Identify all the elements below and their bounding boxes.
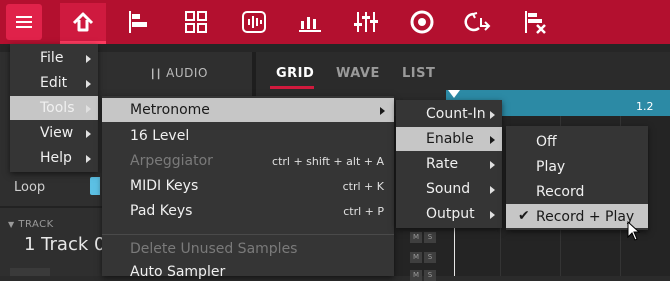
tab-grid[interactable]: GRID xyxy=(276,66,314,81)
menu-separator xyxy=(102,234,394,235)
chevron-right-icon xyxy=(86,80,91,88)
sample-edit-button[interactable] xyxy=(234,3,274,41)
delete-row-icon xyxy=(525,11,546,34)
chevron-right-icon xyxy=(86,155,91,163)
align-left-icon xyxy=(129,11,147,33)
chevron-right-icon xyxy=(86,130,91,138)
toolbar-divider xyxy=(0,44,670,52)
mixer-button[interactable] xyxy=(346,3,386,41)
menu-item-pad-keys[interactable]: Pad Keys xyxy=(130,203,192,219)
record-icon xyxy=(410,10,434,34)
main-menu: File Edit Tools View Help xyxy=(10,44,98,172)
mute-button[interactable]: M xyxy=(410,232,422,243)
chevron-down-icon: ▼ xyxy=(8,220,15,229)
menu-icon xyxy=(16,16,32,28)
chevron-right-icon xyxy=(86,105,91,113)
chevron-right-icon xyxy=(490,136,495,144)
menu-item-16-level[interactable]: 16 Level xyxy=(130,128,189,144)
chevron-right-icon xyxy=(490,111,495,119)
audio-tab-label: AUDIO xyxy=(166,66,208,80)
metronome-menu: Count-In Enable Rate Sound Output xyxy=(396,100,502,228)
loop-label: Loop xyxy=(14,180,46,195)
chevron-right-icon xyxy=(490,186,495,194)
audio-tab[interactable]: ┃┃ AUDIO xyxy=(150,66,208,80)
mouse-cursor-icon xyxy=(627,221,641,241)
menu-item-arpeggiator: Arpeggiator xyxy=(130,153,213,169)
audio-tab-icon: ┃┃ xyxy=(150,70,162,80)
menu-item-record[interactable]: Record xyxy=(536,184,584,200)
mute-button[interactable]: M xyxy=(410,252,422,263)
track-name[interactable]: 1 Track 0 xyxy=(24,234,105,255)
looper-button[interactable] xyxy=(458,3,498,41)
menu-item-enable[interactable]: Enable xyxy=(426,131,474,147)
waveform-icon xyxy=(242,11,266,33)
grid-icon xyxy=(185,11,207,33)
menu-item-help[interactable]: Help xyxy=(40,150,72,166)
pad-grid-button[interactable] xyxy=(176,3,216,41)
menu-item-midi-keys[interactable]: MIDI Keys xyxy=(130,178,198,194)
solo-button[interactable]: S xyxy=(424,252,436,263)
menu-item-rate[interactable]: Rate xyxy=(426,156,458,172)
home-button[interactable] xyxy=(60,3,106,44)
ruler-bar-label: 1.2 xyxy=(636,100,654,113)
track-header[interactable]: ▼ TRACK xyxy=(8,219,54,230)
solo-button[interactable]: S xyxy=(424,232,436,243)
tab-list[interactable]: LIST xyxy=(402,66,435,81)
home-icon xyxy=(72,12,94,32)
tools-menu: Metronome 16 Level Arpeggiator ctrl + sh… xyxy=(102,96,394,280)
menu-item-view[interactable]: View xyxy=(40,125,73,141)
levels-button[interactable] xyxy=(290,3,330,41)
menu-item-sound[interactable]: Sound xyxy=(426,181,470,197)
chevron-right-icon xyxy=(490,211,495,219)
checkmark-icon: ✔ xyxy=(518,208,530,224)
delete-track-button[interactable] xyxy=(516,3,556,41)
top-toolbar xyxy=(0,0,670,44)
editor-tabs xyxy=(256,52,670,90)
playhead-icon xyxy=(448,90,460,98)
chevron-right-icon xyxy=(490,161,495,169)
tab-wave[interactable]: WAVE xyxy=(336,66,380,81)
shortcut-arpeggiator: ctrl + shift + alt + A xyxy=(272,155,384,168)
record-button[interactable] xyxy=(402,3,442,41)
menu-item-tools[interactable]: Tools xyxy=(40,100,75,116)
menu-item-play[interactable]: Play xyxy=(536,159,565,175)
menu-item-delete-unused-samples: Delete Unused Samples xyxy=(130,241,298,257)
track-control[interactable] xyxy=(10,268,50,276)
mixer-icon xyxy=(354,12,378,32)
menu-item-record-play[interactable]: Record + Play xyxy=(536,209,634,225)
track-header-label: TRACK xyxy=(18,219,54,230)
menu-item-metronome[interactable]: Metronome xyxy=(130,102,210,118)
enable-menu: Off Play Record ✔ Record + Play xyxy=(506,126,648,230)
menu-button[interactable] xyxy=(6,4,42,40)
menu-item-file[interactable]: File xyxy=(40,50,63,66)
active-tab-indicator xyxy=(270,86,314,89)
chevron-right-icon xyxy=(86,55,91,63)
menu-item-edit[interactable]: Edit xyxy=(40,75,67,91)
loop-icon xyxy=(464,12,491,32)
menu-item-auto-sampler[interactable]: Auto Sampler xyxy=(130,264,225,280)
bars-icon xyxy=(299,17,321,32)
menu-item-count-in[interactable]: Count-In xyxy=(426,106,486,122)
loop-toggle[interactable] xyxy=(90,177,100,195)
shortcut-midi-keys: ctrl + K xyxy=(342,180,384,193)
menu-item-off[interactable]: Off xyxy=(536,134,557,150)
menu-item-output[interactable]: Output xyxy=(426,206,475,222)
chevron-right-icon xyxy=(380,107,385,115)
track-view-button[interactable] xyxy=(118,3,158,41)
shortcut-pad-keys: ctrl + P xyxy=(343,205,384,218)
